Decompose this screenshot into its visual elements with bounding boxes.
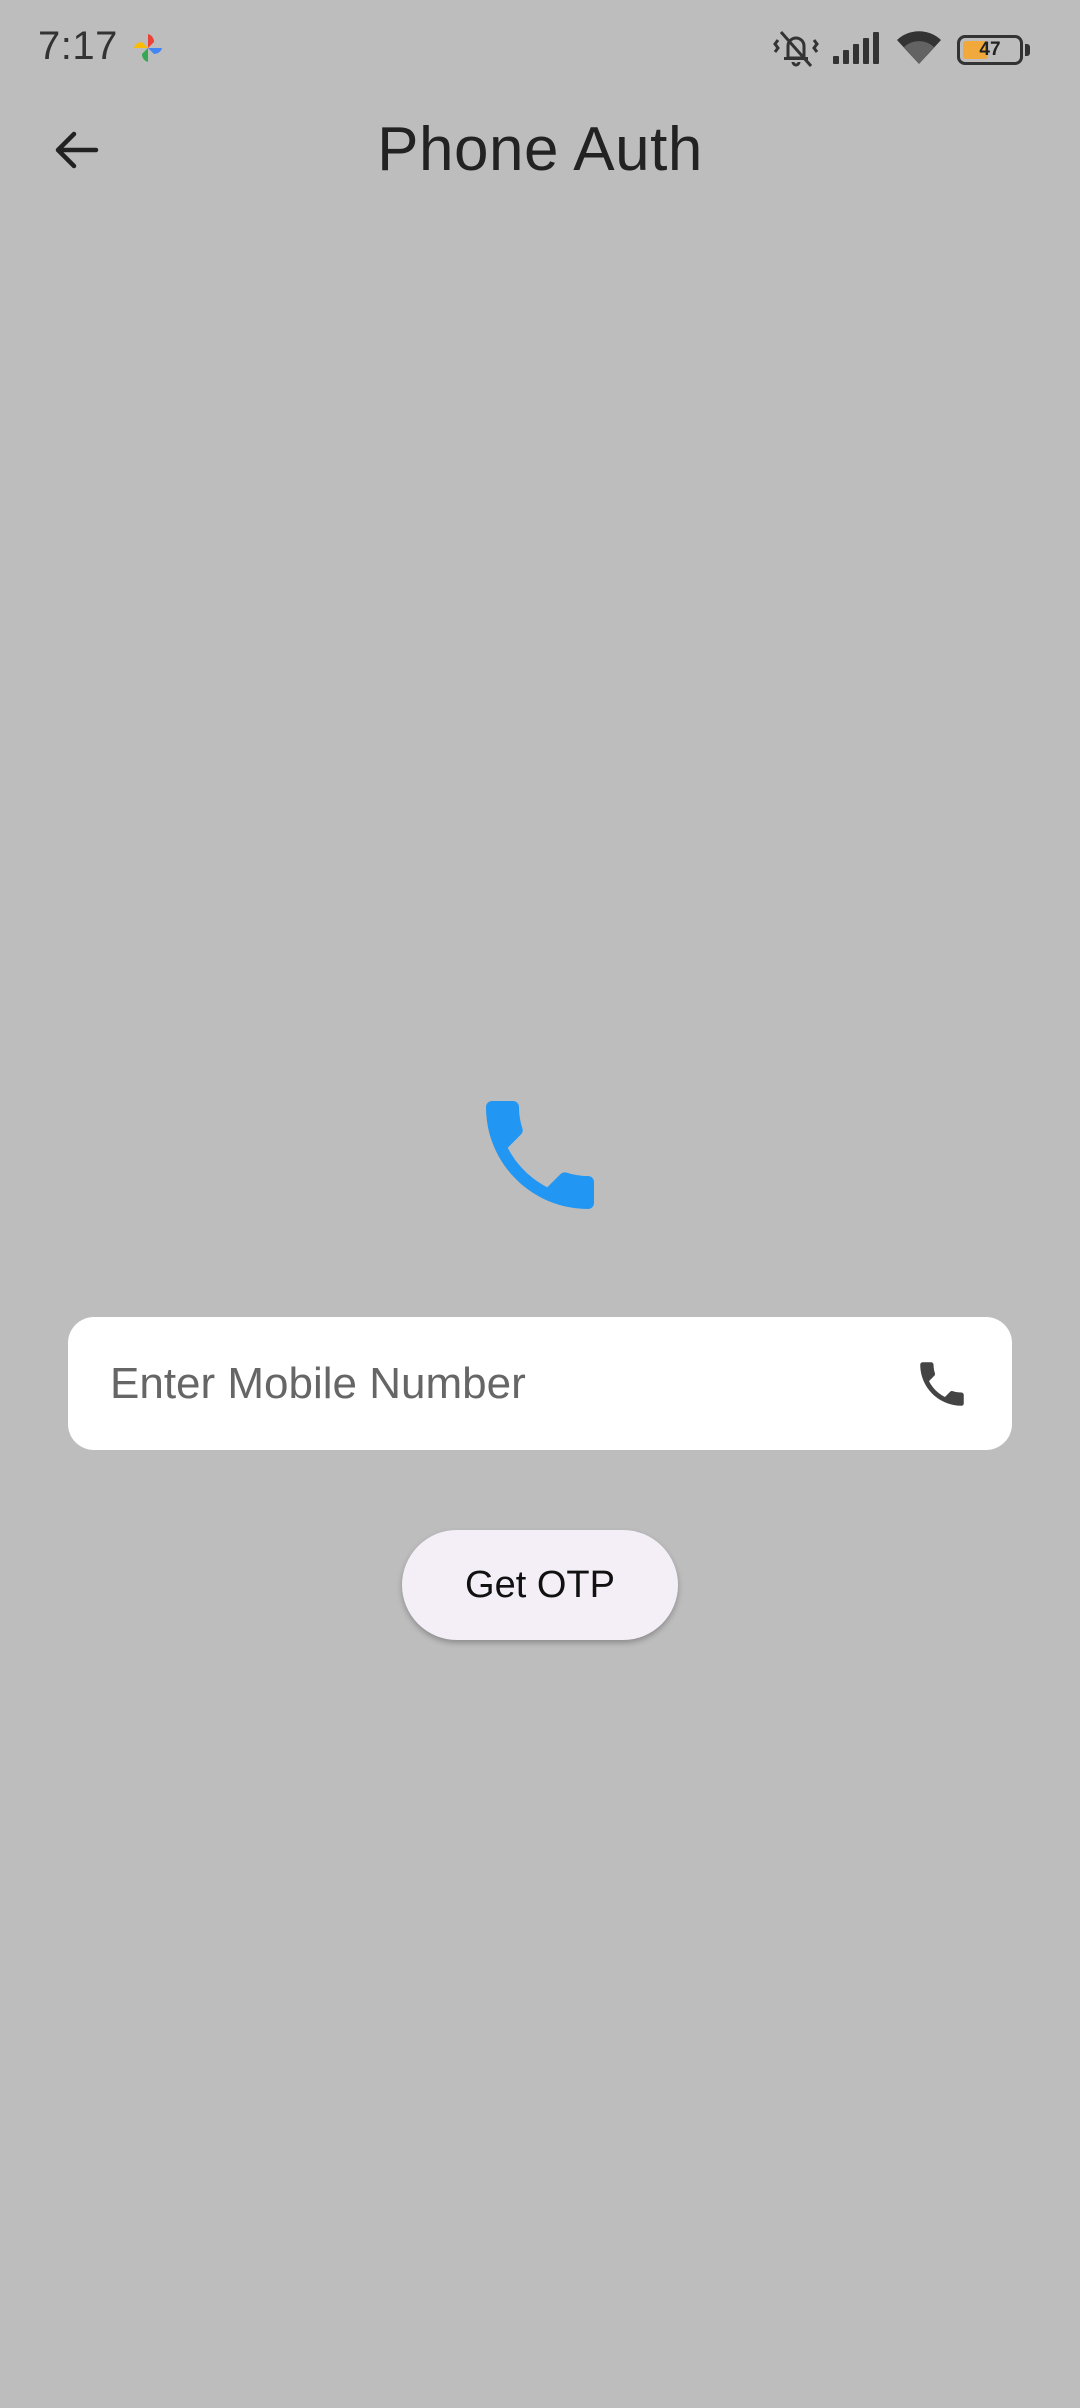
get-otp-button[interactable]: Get OTP [402, 1530, 678, 1640]
mobile-number-field[interactable] [68, 1317, 1012, 1450]
wifi-icon [895, 30, 943, 71]
app-bar: Phone Auth [0, 100, 1080, 204]
mobile-number-input[interactable] [110, 1343, 912, 1424]
status-time: 7:17 [38, 24, 118, 68]
signal-icon [833, 30, 881, 71]
pinwheel-icon [132, 32, 164, 64]
vibrate-off-icon [773, 28, 819, 73]
phone-icon [912, 1354, 972, 1414]
phone-icon [468, 1083, 612, 1227]
page-title: Phone Auth [377, 115, 703, 184]
status-bar: 7:17 47 [0, 0, 1080, 100]
battery-indicator: 47 [957, 35, 1023, 65]
status-icons: 47 [773, 28, 1030, 72]
battery-level: 47 [979, 39, 1001, 60]
battery-tip [1025, 44, 1030, 56]
